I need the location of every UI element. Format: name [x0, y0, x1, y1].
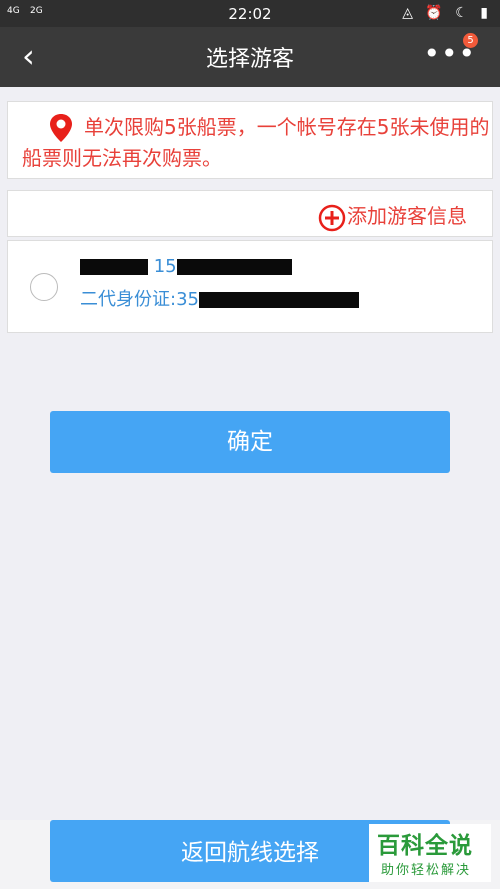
plus-circle-icon[interactable] [318, 204, 346, 232]
watermark-logo: 百科全说 助你轻松解决 [369, 824, 491, 882]
status-bar: 4G 2G 22:02 ◬ ⏰ ☾ ▮ [0, 0, 500, 27]
redacted-name [80, 259, 148, 275]
purchase-limit-notice: 单次限购5张船票，一个帐号存在5张未使用的船票则无法再次购票。 [7, 101, 493, 179]
status-icons: ◬ ⏰ ☾ ▮ [402, 5, 492, 21]
visitor-phone: 15 [153, 256, 177, 277]
visitor-name-phone: 15 [80, 256, 292, 277]
add-visitor-row[interactable]: 添加游客信息 [7, 190, 493, 237]
add-visitor-label[interactable]: 添加游客信息 [347, 200, 467, 229]
redacted-phone [176, 259, 292, 275]
visitor-id: 二代身份证:35 [80, 285, 359, 311]
confirm-button[interactable]: 确定 [50, 411, 450, 473]
notice-text: 单次限购5张船票，一个帐号存在5张未使用的船票则无法再次购票。 [22, 115, 490, 170]
visitor-id-prefix: 二代身份证:35 [80, 289, 199, 310]
redacted-id [198, 292, 359, 308]
visitor-radio[interactable] [30, 273, 58, 301]
nav-bar: ‹ 选择游客 ••• 5 [0, 27, 500, 87]
watermark-title: 百科全说 [377, 833, 473, 859]
notification-badge: 5 [463, 33, 478, 48]
watermark-subtitle: 助你轻松解决 [381, 863, 472, 878]
visitor-item[interactable]: 15 二代身份证:35 [7, 240, 493, 333]
